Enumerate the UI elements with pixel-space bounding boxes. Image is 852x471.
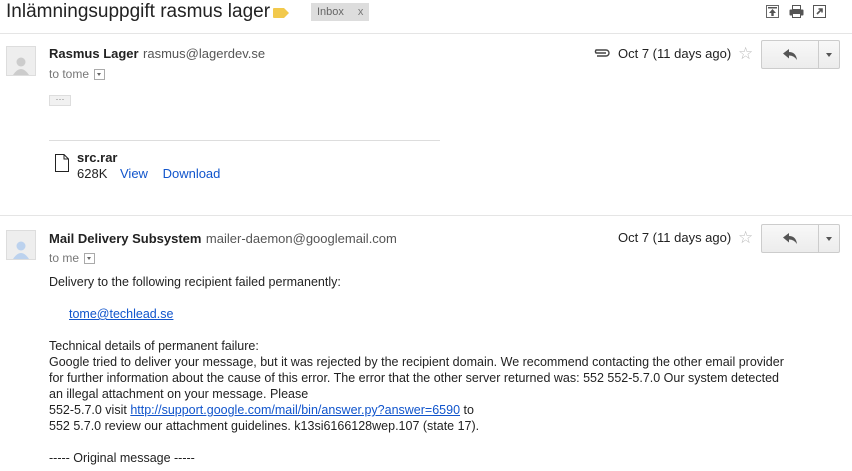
avatar-icon bbox=[6, 46, 36, 76]
message-1-recipients: to tome bbox=[49, 67, 106, 81]
view-attachment-link[interactable]: View bbox=[120, 166, 148, 181]
label-icon[interactable] bbox=[273, 8, 289, 18]
message-2-sender[interactable]: Mail Delivery Subsystem mailer-daemon@go… bbox=[49, 230, 397, 248]
message-2-date: Oct 7 (11 days ago) bbox=[618, 230, 732, 245]
star-icon[interactable]: ☆ bbox=[738, 45, 753, 62]
original-message-separator: ----- Original message ----- bbox=[49, 451, 195, 465]
failure-details-line: 552-5.7.0 visit http://support.google.co… bbox=[49, 402, 474, 418]
message-1-date: Oct 7 (11 days ago) bbox=[618, 46, 732, 61]
support-link[interactable]: http://support.google.com/mail/bin/answe… bbox=[130, 403, 460, 417]
file-icon bbox=[55, 154, 69, 172]
message-2-recipients: to me bbox=[49, 251, 96, 265]
to-label: to tome bbox=[49, 67, 90, 81]
download-attachment-link[interactable]: Download bbox=[163, 166, 221, 181]
details-text: 552-5.7.0 visit bbox=[49, 403, 127, 417]
paperclip-icon bbox=[594, 49, 610, 57]
sender-name: Rasmus Lager bbox=[49, 46, 139, 61]
message-2-actions bbox=[761, 224, 840, 253]
reply-icon bbox=[783, 233, 797, 244]
attachment-name: src.rar bbox=[77, 150, 118, 165]
header-divider bbox=[0, 33, 852, 34]
failure-details-heading: Technical details of permanent failure: bbox=[49, 339, 259, 353]
reply-button[interactable] bbox=[761, 224, 819, 253]
to-label: to me bbox=[49, 251, 80, 265]
failure-details-line: an illegal attachment on your message. P… bbox=[49, 387, 309, 401]
inbox-label-chip[interactable]: Inbox x bbox=[311, 3, 370, 21]
message-divider bbox=[0, 215, 852, 216]
thread-subject: Inlämningsuppgift rasmus lager bbox=[6, 1, 271, 22]
attachment-size: 628K bbox=[77, 166, 108, 181]
message-1-actions bbox=[761, 40, 840, 69]
failure-details-line: for further information about the cause … bbox=[49, 371, 780, 385]
remove-label-icon[interactable]: x bbox=[358, 3, 364, 21]
failure-details-line: Google tried to deliver your message, bu… bbox=[49, 355, 784, 369]
reply-button[interactable] bbox=[761, 40, 819, 69]
show-details-icon[interactable] bbox=[84, 252, 96, 264]
more-options-button[interactable] bbox=[819, 40, 840, 69]
expand-all-icon[interactable] bbox=[766, 5, 779, 18]
avatar-icon bbox=[6, 230, 36, 260]
details-text: to bbox=[463, 403, 474, 417]
inbox-label-text: Inbox bbox=[317, 6, 344, 18]
bounce-intro: Delivery to the following recipient fail… bbox=[49, 275, 341, 289]
attachment-meta: 628K View Download bbox=[77, 166, 220, 181]
failure-details-line: 552 5.7.0 review our attachment guidelin… bbox=[49, 419, 480, 433]
failed-recipient-link[interactable]: tome@techlead.se bbox=[69, 306, 173, 322]
sender-email: mailer-daemon@googlemail.com bbox=[205, 231, 397, 246]
sender-email: rasmus@lagerdev.se bbox=[143, 46, 266, 61]
message-1-sender[interactable]: Rasmus Lager rasmus@lagerdev.se bbox=[49, 45, 265, 63]
print-icon[interactable] bbox=[789, 5, 804, 18]
show-details-icon[interactable] bbox=[94, 68, 106, 80]
show-trimmed-content-button[interactable]: ··· bbox=[49, 95, 71, 106]
reply-icon bbox=[783, 49, 797, 60]
sender-name: Mail Delivery Subsystem bbox=[49, 231, 202, 246]
more-options-button[interactable] bbox=[819, 224, 840, 253]
attachment-divider bbox=[49, 140, 440, 141]
star-icon[interactable]: ☆ bbox=[738, 229, 753, 246]
new-window-icon[interactable] bbox=[813, 5, 826, 18]
